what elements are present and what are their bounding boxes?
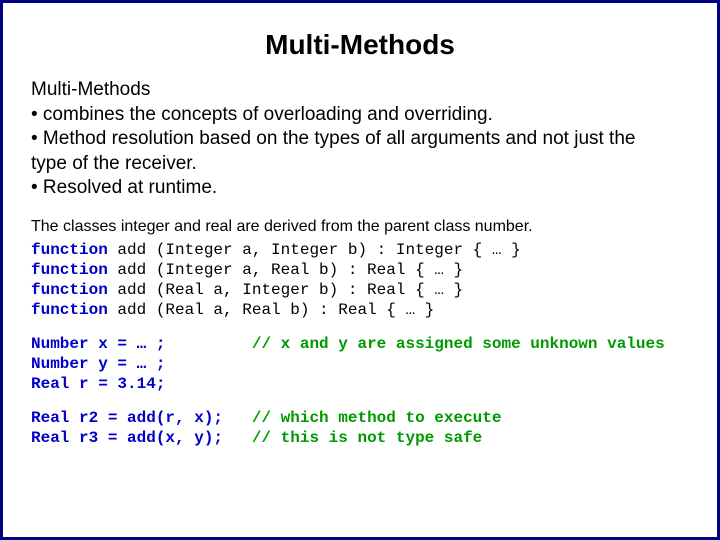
keyword-function: function [31, 301, 108, 319]
code-line: Real r = 3.14; [31, 375, 165, 393]
code-line: Number x = … ; [31, 335, 252, 353]
code-functions: function add (Integer a, Integer b) : In… [31, 240, 689, 320]
code-line: add (Integer a, Integer b) : Integer { …… [108, 241, 521, 259]
keyword-function: function [31, 281, 108, 299]
bullet-item: • combines the concepts of overloading a… [31, 103, 689, 127]
code-line: add (Integer a, Real b) : Real { … } [108, 261, 463, 279]
code-comment: // x and y are assigned some unknown val… [252, 335, 665, 353]
bullet-item: • Method resolution based on the types o… [31, 127, 689, 151]
bullet-item: type of the receiver. [31, 152, 689, 176]
code-line: Number y = … ; [31, 355, 165, 373]
subtitle: Multi-Methods [31, 79, 689, 101]
code-calls: Real r2 = add(r, x); // which method to … [31, 408, 689, 448]
code-line: Real r3 = add(x, y); [31, 429, 252, 447]
code-comment: // which method to execute [252, 409, 502, 427]
code-line: add (Real a, Integer b) : Real { … } [108, 281, 463, 299]
bullet-list: • combines the concepts of overloading a… [31, 103, 689, 200]
code-line: add (Real a, Real b) : Real { … } [108, 301, 434, 319]
slide-frame: Multi-Methods Multi-Methods • combines t… [0, 0, 720, 540]
code-comment: // this is not type safe [252, 429, 482, 447]
code-assignments: Number x = … ; // x and y are assigned s… [31, 334, 689, 394]
keyword-function: function [31, 241, 108, 259]
keyword-function: function [31, 261, 108, 279]
bullet-item: • Resolved at runtime. [31, 176, 689, 200]
code-line: Real r2 = add(r, x); [31, 409, 252, 427]
intro-text: The classes integer and real are derived… [31, 218, 689, 236]
slide-title: Multi-Methods [31, 29, 689, 61]
